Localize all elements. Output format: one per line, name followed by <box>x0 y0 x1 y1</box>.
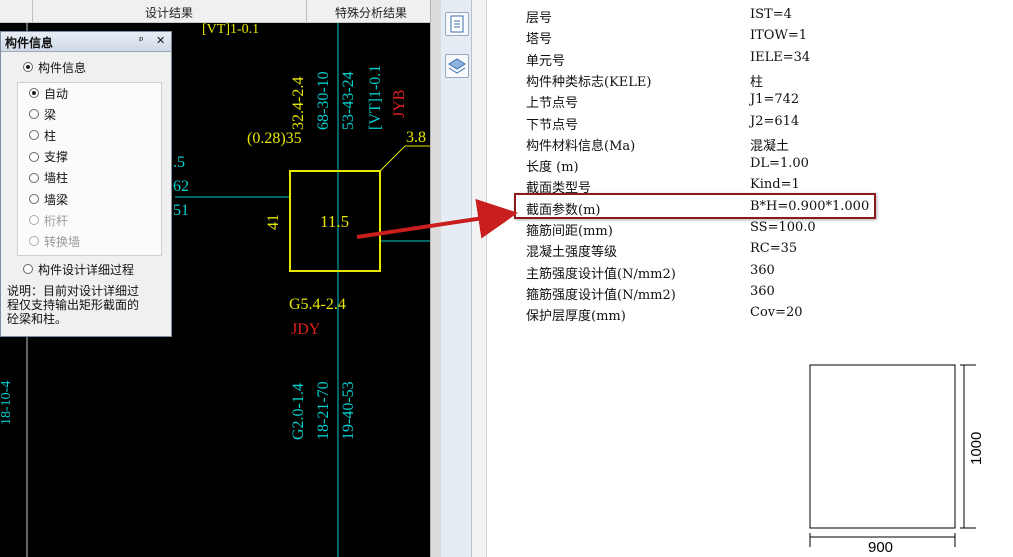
section-rectangle <box>809 364 956 529</box>
width-label: 900 <box>868 539 893 555</box>
height-label: 1000 <box>968 432 985 465</box>
section-sketch: 900 1000 <box>809 364 985 555</box>
pointer-arrow <box>356 198 518 239</box>
